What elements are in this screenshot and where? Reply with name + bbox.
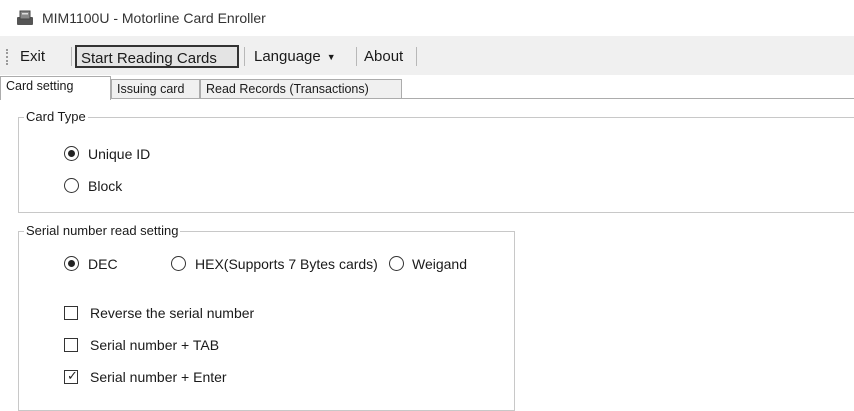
language-menu[interactable]: Language ▼ bbox=[250, 45, 340, 68]
block-radio[interactable] bbox=[64, 178, 79, 193]
card-reader-icon bbox=[17, 10, 33, 25]
serial-tab-label[interactable]: Serial number + TAB bbox=[90, 337, 219, 353]
serial-enter-label[interactable]: Serial number + Enter bbox=[90, 369, 227, 385]
tab-card-setting[interactable]: Card setting bbox=[0, 76, 111, 100]
serial-number-group: Serial number read setting DEC HEX(Suppo… bbox=[18, 223, 515, 411]
language-label: Language bbox=[254, 48, 321, 65]
toolbar-grip[interactable] bbox=[6, 49, 10, 65]
weigand-radio[interactable] bbox=[389, 256, 404, 271]
checkmark-icon: ✓ bbox=[67, 368, 78, 383]
hex-label[interactable]: HEX(Supports 7 Bytes cards) bbox=[195, 256, 378, 272]
block-label[interactable]: Block bbox=[88, 178, 122, 194]
dec-radio[interactable] bbox=[64, 256, 79, 271]
reverse-serial-label[interactable]: Reverse the serial number bbox=[90, 305, 254, 321]
serial-enter-checkbox[interactable]: ✓ bbox=[64, 368, 78, 384]
menu-separator bbox=[244, 47, 245, 66]
menu-bar: Exit Start Reading Cards Language ▼ About bbox=[0, 36, 854, 75]
hex-radio[interactable] bbox=[171, 256, 186, 271]
reverse-serial-checkbox[interactable] bbox=[64, 306, 78, 320]
menu-separator bbox=[356, 47, 357, 66]
unique-id-radio[interactable] bbox=[64, 146, 79, 161]
tab-read-records[interactable]: Read Records (Transactions) bbox=[200, 79, 402, 99]
card-setting-panel: Card Type Unique ID Block Serial number … bbox=[0, 98, 854, 411]
window-title: MIM1100U - Motorline Card Enroller bbox=[42, 10, 266, 26]
menu-separator bbox=[416, 47, 417, 66]
dec-label[interactable]: DEC bbox=[88, 256, 118, 272]
weigand-label[interactable]: Weigand bbox=[412, 256, 467, 272]
about-menu-item[interactable]: About bbox=[360, 45, 407, 68]
serial-number-legend: Serial number read setting bbox=[24, 223, 181, 239]
serial-tab-checkbox[interactable] bbox=[64, 338, 78, 352]
dropdown-arrow-icon: ▼ bbox=[326, 51, 336, 62]
exit-menu-item[interactable]: Exit bbox=[16, 45, 49, 68]
tab-issuing-card[interactable]: Issuing card bbox=[111, 79, 200, 99]
tab-strip: Card setting Issuing card Read Records (… bbox=[0, 76, 854, 100]
card-type-group: Card Type Unique ID Block bbox=[18, 109, 854, 213]
menu-separator bbox=[71, 47, 72, 66]
card-type-legend: Card Type bbox=[24, 109, 88, 125]
start-reading-cards-button[interactable]: Start Reading Cards bbox=[75, 45, 239, 68]
title-bar: MIM1100U - Motorline Card Enroller bbox=[0, 0, 854, 36]
unique-id-label[interactable]: Unique ID bbox=[88, 146, 150, 162]
